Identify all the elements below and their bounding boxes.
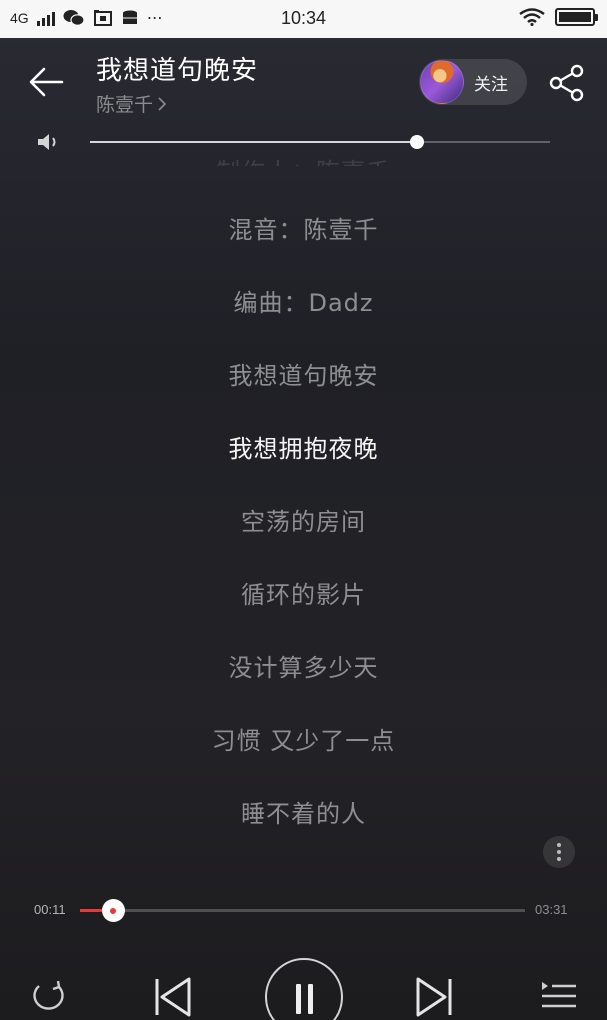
wifi-icon bbox=[519, 8, 545, 26]
pause-icon bbox=[296, 984, 301, 1014]
artist-name: 陈壹千 bbox=[96, 94, 154, 116]
status-right bbox=[519, 8, 598, 26]
pause-button[interactable] bbox=[265, 958, 343, 1020]
progress-slider[interactable] bbox=[80, 899, 525, 922]
loop-icon[interactable] bbox=[28, 978, 70, 1014]
current-time: 00:11 bbox=[34, 902, 66, 917]
lyric-line: 混音：陈壹千 bbox=[228, 216, 379, 244]
more-options-button[interactable] bbox=[543, 836, 575, 868]
share-icon[interactable] bbox=[548, 64, 586, 102]
follow-label: 关注 bbox=[474, 74, 508, 95]
song-title: 我想道句晚安 bbox=[96, 56, 259, 86]
artist-avatar bbox=[420, 60, 464, 104]
artist-link[interactable]: 陈壹千 bbox=[96, 90, 167, 117]
total-time: 03:31 bbox=[535, 902, 568, 917]
status-bar: 4G ⋯ 10:34 bbox=[0, 0, 607, 38]
battery-icon bbox=[555, 8, 598, 26]
follow-button[interactable]: 关注 bbox=[419, 59, 527, 105]
back-arrow-icon[interactable] bbox=[26, 62, 66, 102]
volume-thumb[interactable] bbox=[409, 135, 424, 149]
progress-thumb[interactable] bbox=[101, 899, 125, 922]
chevron-right-icon bbox=[158, 96, 167, 111]
playlist-icon[interactable] bbox=[538, 979, 578, 1013]
lyric-line: 睡不着的人 bbox=[241, 800, 366, 828]
lyrics-panel[interactable]: 混音：陈壹千 编曲：Dadz 我想道句晚安 我想拥抱夜晚 空荡的房间循环的影片没计算多少… bbox=[0, 150, 607, 890]
lyric-line: 我想道句晚安 bbox=[228, 362, 379, 390]
lyric-line: 习惯 又少了一点 bbox=[211, 727, 396, 755]
lyric-line: 循环的影片 bbox=[241, 581, 366, 609]
lyric-line: 编曲：Dadz bbox=[233, 289, 374, 317]
status-time: 10:34 bbox=[280, 8, 327, 28]
lyric-line-active: 我想拥抱夜晚 bbox=[228, 435, 379, 463]
lyric-line: 没计算多少天 bbox=[228, 654, 379, 682]
volume-fill bbox=[90, 141, 417, 143]
pause-icon bbox=[308, 984, 313, 1014]
previous-icon[interactable] bbox=[151, 975, 195, 1019]
volume-slider[interactable] bbox=[90, 135, 550, 149]
next-icon[interactable] bbox=[412, 975, 456, 1019]
lyric-line: 空荡的房间 bbox=[241, 508, 366, 536]
